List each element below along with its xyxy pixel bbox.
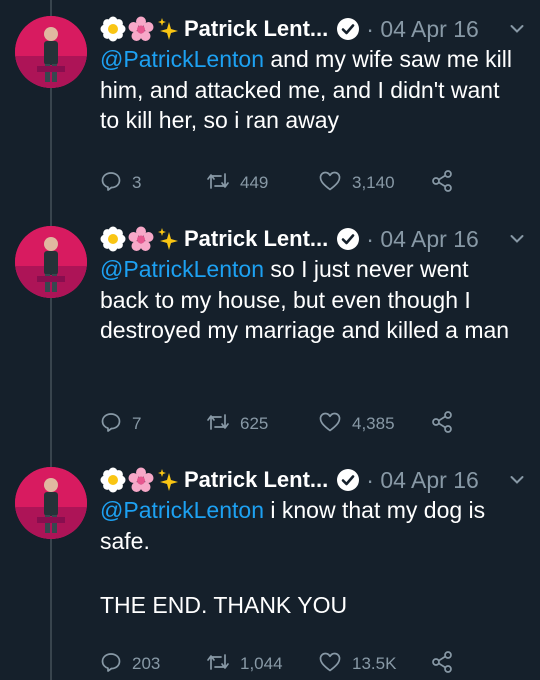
display-name[interactable]: Patrick Lent... xyxy=(184,226,328,252)
reply-icon xyxy=(100,651,132,678)
thread-line xyxy=(50,0,52,680)
tweet-actions: 203 1,044 13.5K xyxy=(100,650,520,678)
verified-badge-icon xyxy=(336,17,360,41)
tweet-text: @PatrickLenton and my wife saw me kill h… xyxy=(100,44,520,136)
mention-link[interactable]: @PatrickLenton xyxy=(100,256,264,282)
sparkles-icon xyxy=(156,16,180,42)
reply-icon xyxy=(100,170,132,197)
tweet-text-paragraph: THE END. THANK YOU xyxy=(100,592,348,618)
tweet-date[interactable]: · 04 Apr 16 xyxy=(366,16,479,43)
tweet-header: Patrick Lent... · 04 Apr 16 xyxy=(100,14,479,44)
verified-badge-icon xyxy=(336,468,360,492)
like-button[interactable]: 13.5K xyxy=(318,650,396,678)
retweet-button[interactable]: 625 xyxy=(206,410,268,438)
reply-button[interactable]: 7 xyxy=(100,410,141,438)
tweet-text: @PatrickLenton so I just never went back… xyxy=(100,254,520,346)
daisy-icon xyxy=(100,226,126,252)
avatar[interactable] xyxy=(15,16,87,88)
reply-count: 7 xyxy=(132,414,142,433)
retweet-count: 449 xyxy=(240,173,269,192)
reply-count: 203 xyxy=(132,654,161,673)
display-name[interactable]: Patrick Lent... xyxy=(184,467,328,493)
mention-link[interactable]: @PatrickLenton xyxy=(100,46,264,72)
retweet-icon xyxy=(206,170,240,197)
tweet-header: Patrick Lent... · 04 Apr 16 xyxy=(100,465,479,495)
verified-badge-icon xyxy=(336,227,360,251)
heart-icon xyxy=(318,411,352,438)
like-button[interactable]: 4,385 xyxy=(318,410,395,438)
chevron-down-icon[interactable] xyxy=(510,14,524,44)
retweet-button[interactable]: 1,044 xyxy=(206,650,283,678)
mention-link[interactable]: @PatrickLenton xyxy=(100,497,264,523)
chevron-down-icon[interactable] xyxy=(510,224,524,254)
share-icon xyxy=(430,169,464,198)
sparkles-icon xyxy=(156,226,180,252)
avatar[interactable] xyxy=(15,226,87,298)
sparkles-icon xyxy=(156,467,180,493)
share-icon xyxy=(430,650,464,679)
retweet-count: 625 xyxy=(240,414,269,433)
heart-icon xyxy=(318,651,352,678)
share-button[interactable] xyxy=(430,169,464,197)
like-count: 13.5K xyxy=(352,654,397,673)
reply-button[interactable]: 203 xyxy=(100,650,160,678)
daisy-icon xyxy=(100,16,126,42)
share-icon xyxy=(430,410,464,439)
tweet-text: @PatrickLenton i know that my dog is saf… xyxy=(100,495,520,556)
like-count: 3,140 xyxy=(352,173,395,192)
cherry-blossom-icon xyxy=(128,16,154,42)
reply-count: 3 xyxy=(132,173,142,192)
daisy-icon xyxy=(100,467,126,493)
share-button[interactable] xyxy=(430,650,464,678)
reply-button[interactable]: 3 xyxy=(100,169,141,197)
display-name[interactable]: Patrick Lent... xyxy=(184,16,328,42)
tweet-date[interactable]: · 04 Apr 16 xyxy=(366,226,479,253)
tweet-actions: 3 449 3,140 xyxy=(100,169,520,197)
heart-icon xyxy=(318,170,352,197)
retweet-icon xyxy=(206,651,240,678)
reply-icon xyxy=(100,411,132,438)
retweet-button[interactable]: 449 xyxy=(206,169,268,197)
like-button[interactable]: 3,140 xyxy=(318,169,395,197)
tweet-date[interactable]: · 04 Apr 16 xyxy=(366,467,479,494)
like-count: 4,385 xyxy=(352,414,395,433)
cherry-blossom-icon xyxy=(128,467,154,493)
chevron-down-icon[interactable] xyxy=(510,465,524,495)
tweet-header: Patrick Lent... · 04 Apr 16 xyxy=(100,224,479,254)
share-button[interactable] xyxy=(430,410,464,438)
retweet-icon xyxy=(206,411,240,438)
cherry-blossom-icon xyxy=(128,226,154,252)
retweet-count: 1,044 xyxy=(240,654,283,673)
avatar[interactable] xyxy=(15,467,87,539)
tweet-actions: 7 625 4,385 xyxy=(100,410,520,438)
